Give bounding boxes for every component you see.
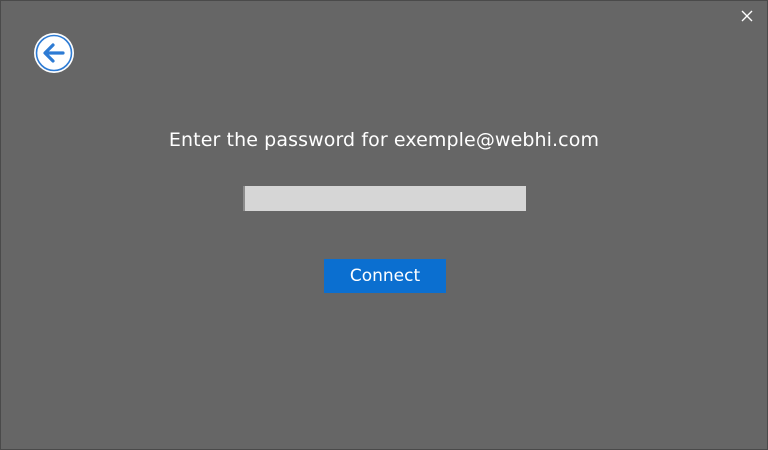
arrow-left-icon <box>35 34 73 72</box>
password-dialog: Enter the password for exemple@webhi.com… <box>0 0 768 450</box>
close-button[interactable] <box>735 5 759 27</box>
password-input[interactable] <box>243 186 526 211</box>
password-prompt: Enter the password for exemple@webhi.com <box>168 129 600 151</box>
close-icon <box>741 10 753 22</box>
connect-button[interactable]: Connect <box>324 259 446 293</box>
back-button[interactable] <box>34 33 74 73</box>
